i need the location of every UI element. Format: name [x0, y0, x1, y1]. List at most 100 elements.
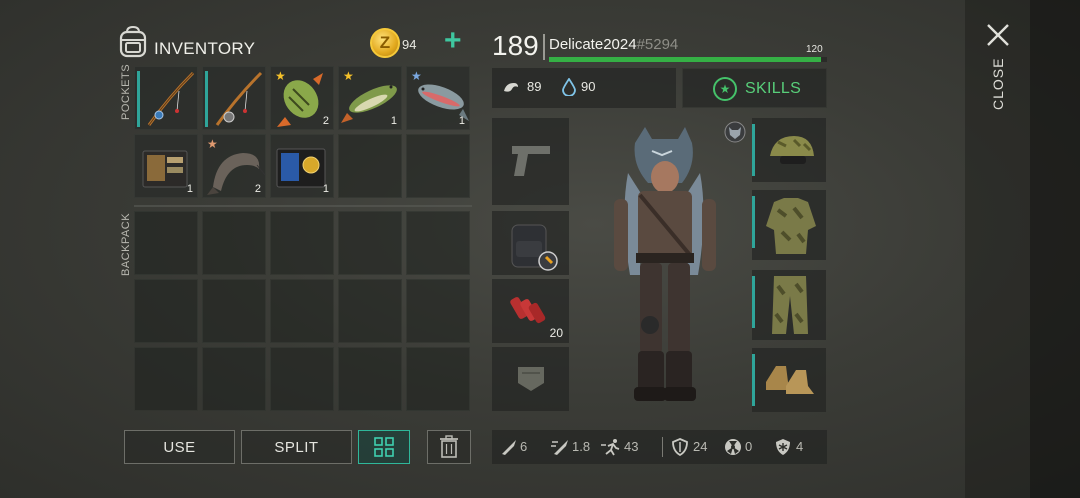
pocket-icon [518, 367, 544, 391]
sort-grid-button[interactable] [358, 430, 410, 464]
vitals-box: 89 90 [492, 68, 676, 108]
pocket-slot[interactable]: 1 [270, 134, 334, 198]
pocket-slot[interactable]: ★ 2 [202, 134, 266, 198]
backpack-slot[interactable] [338, 211, 402, 275]
ammo-slot[interactable]: 20 [492, 279, 569, 343]
star-icon: ★ [713, 77, 737, 101]
pocket-slot[interactable]: ★ 1 [406, 66, 470, 130]
backpack-slot[interactable] [270, 347, 334, 411]
running-icon [601, 439, 620, 456]
item-count: 2 [322, 115, 329, 127]
backpack-slot[interactable] [338, 347, 402, 411]
camo-cap-icon [770, 136, 814, 164]
player-tag: #5294 [636, 36, 679, 53]
player-name: Delicate2024#5294 [549, 36, 678, 53]
split-button[interactable]: SPLIT [241, 430, 352, 464]
close-button[interactable]: CLOSE [990, 58, 1006, 110]
item-count: 2 [254, 183, 261, 195]
backpack-slot[interactable] [202, 279, 266, 343]
wolf-head-icon [724, 121, 746, 143]
pocket-slot[interactable]: ★ 1 [338, 66, 402, 130]
item-count: 1 [186, 183, 193, 195]
shells-icon [510, 297, 546, 324]
move-speed-stat: 43 [624, 439, 639, 454]
water-drop-icon [562, 78, 576, 96]
pocket-slot[interactable]: ★ 2 [270, 66, 334, 130]
coin-icon: Z [370, 28, 400, 58]
head-slot[interactable] [752, 118, 826, 182]
fishing-rod-icon [137, 71, 195, 127]
backpack-grid [134, 211, 470, 411]
hunger-value: 89 [527, 79, 542, 94]
pocket-slot[interactable]: 1 [134, 134, 198, 198]
backpack-slot[interactable] [270, 279, 334, 343]
item-count: 1 [458, 115, 465, 127]
use-button[interactable]: USE [124, 430, 235, 464]
grid-icon [374, 437, 394, 457]
backpack-icon [511, 224, 558, 271]
side-panel-shade-dark [1030, 0, 1080, 498]
pocket-slot-equip[interactable] [492, 347, 569, 411]
pocket-slot[interactable] [134, 66, 198, 130]
level-separator [543, 34, 545, 60]
backpack-slot[interactable] [406, 211, 470, 275]
inventory-header: INVENTORY Z 94 + [118, 24, 472, 64]
thirst-value: 90 [581, 79, 596, 94]
player-username: Delicate2024 [549, 36, 637, 53]
item-count: 1 [390, 115, 397, 127]
attack-speed-icon [551, 440, 568, 455]
backpack-slot[interactable] [134, 279, 198, 343]
coin-count: 94 [402, 37, 417, 52]
radiation-stat: 0 [745, 439, 753, 454]
camo-pants-icon [772, 276, 808, 334]
backpack-slot[interactable] [202, 211, 266, 275]
backpack-slot[interactable] [406, 279, 470, 343]
pocket-slot[interactable] [202, 66, 266, 130]
legs-slot[interactable] [752, 270, 826, 340]
backpack-slot[interactable] [338, 279, 402, 343]
backpack-slot[interactable] [202, 347, 266, 411]
shield-icon [672, 438, 688, 456]
player-level: 189 [492, 30, 539, 61]
backpack-slot[interactable] [270, 211, 334, 275]
add-coins-button[interactable]: + [444, 26, 466, 56]
trash-icon [440, 435, 458, 458]
item-count: 1 [322, 183, 329, 195]
knife-icon [502, 440, 516, 455]
armor-stat: 24 [693, 439, 708, 454]
pockets-grid: ★ 2 ★ 1 ★ 1 1 ★ 2 1 [134, 66, 470, 198]
skills-label: SKILLS [745, 80, 802, 97]
hunger-icon [504, 83, 518, 92]
pocket-slot[interactable] [338, 134, 402, 198]
camo-vest-icon [766, 198, 816, 254]
body-slot[interactable] [752, 190, 826, 260]
close-icon[interactable] [985, 22, 1011, 48]
inventory-title: INVENTORY [154, 39, 256, 58]
radiation-icon [725, 439, 741, 455]
fishing-rod-icon [205, 71, 263, 127]
backpack-slot[interactable] [134, 211, 198, 275]
player-character [614, 127, 716, 401]
pocket-slot[interactable] [406, 134, 470, 198]
skills-button[interactable]: ★ SKILLS [682, 68, 827, 108]
attack-speed-stat: 1.8 [572, 439, 591, 454]
cold-icon [776, 439, 790, 455]
melee-stat: 6 [520, 439, 528, 454]
ammo-count: 20 [549, 326, 563, 340]
xp-bar [549, 57, 827, 62]
xp-fill [549, 57, 822, 62]
weapon-slot[interactable] [492, 118, 569, 205]
trash-button[interactable] [427, 430, 471, 464]
backpack-label: BACKPACK [120, 212, 132, 276]
stats-divider [662, 437, 663, 457]
feet-slot[interactable] [752, 348, 826, 412]
backpack-icon [119, 26, 147, 58]
character-stats-bar: 6 1.8 43 24 0 4 [492, 430, 827, 464]
pistol-icon [512, 146, 550, 176]
backpack-slot[interactable] [406, 347, 470, 411]
backpack-slot[interactable] [134, 347, 198, 411]
pockets-label: POCKETS [120, 63, 132, 120]
backpack-slot-equip[interactable] [492, 211, 569, 275]
xp-max: 120 [806, 44, 823, 55]
boots-icon [766, 366, 814, 394]
